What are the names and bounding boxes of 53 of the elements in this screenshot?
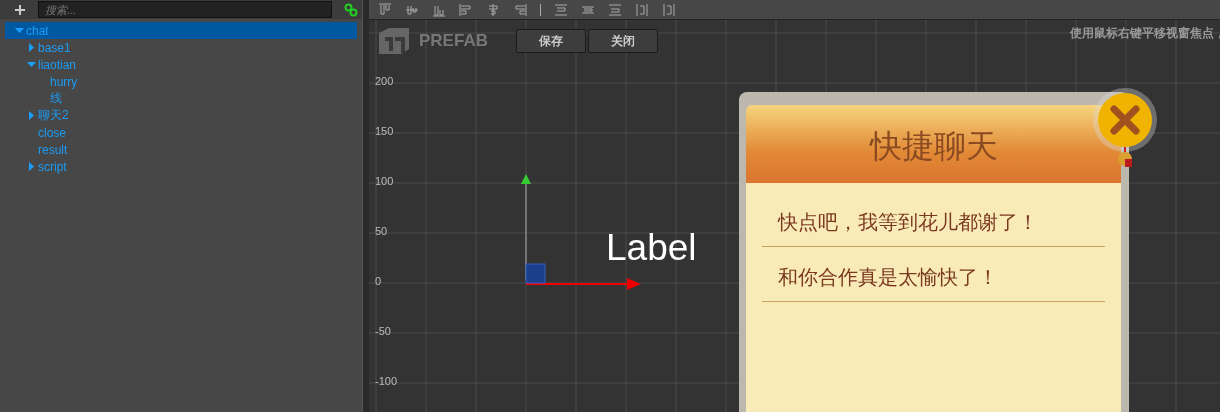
tree-item[interactable]: result xyxy=(5,141,357,158)
tree-item[interactable]: chat xyxy=(5,22,357,39)
tree-label: 线 xyxy=(50,90,62,107)
tree-item[interactable]: liaotian xyxy=(5,56,357,73)
tree-label: 聊天2 xyxy=(38,107,69,124)
align-icon[interactable] xyxy=(635,2,649,17)
tree-item[interactable]: close xyxy=(5,124,357,141)
align-icon[interactable] xyxy=(662,2,676,17)
align-icon[interactable] xyxy=(608,2,622,17)
axis-label: 200 xyxy=(375,75,394,87)
axis-label: 100 xyxy=(375,175,394,187)
canvas-label[interactable]: Label xyxy=(606,227,697,269)
link-icon[interactable] xyxy=(344,2,358,17)
tree-item[interactable]: 聊天2 xyxy=(5,107,357,124)
collapsed-arrow-icon[interactable] xyxy=(27,162,36,171)
prefab-button[interactable]: 关闭 xyxy=(587,29,658,53)
align-icon[interactable] xyxy=(459,2,473,17)
dialog-title: 快捷聊天 xyxy=(869,126,998,167)
tree-item[interactable]: script xyxy=(5,158,357,175)
quick-message[interactable]: 和你合作真是太愉快了！ xyxy=(762,252,1105,302)
expanded-arrow-icon[interactable] xyxy=(15,26,24,35)
tree-label: result xyxy=(38,142,68,157)
expanded-arrow-icon[interactable] xyxy=(27,60,36,69)
x-axis-arrow[interactable] xyxy=(525,278,641,290)
tree-label: chat xyxy=(26,23,49,38)
axis-label: 0 xyxy=(375,275,382,287)
axis-label: 150 xyxy=(375,125,394,137)
tree-item[interactable]: hurry xyxy=(5,73,357,90)
align-icon[interactable] xyxy=(554,2,568,17)
tree-label: close xyxy=(38,125,66,140)
chat-dialog[interactable]: 快捷聊天 快点吧，我等到花儿都谢了！ 和你合作真是太愉快了！ xyxy=(739,92,1129,412)
logo-icon xyxy=(377,27,411,55)
tree-label: hurry xyxy=(50,74,78,89)
search-field[interactable]: 搜索... xyxy=(38,1,332,18)
collapsed-arrow-icon[interactable] xyxy=(27,43,36,52)
align-icon[interactable] xyxy=(378,2,392,17)
quick-message[interactable]: 快点吧，我等到花儿都谢了！ xyxy=(762,197,1105,247)
axis-label: 50 xyxy=(375,225,388,237)
add-icon[interactable] xyxy=(14,3,26,16)
tree-label: base1 xyxy=(38,40,71,55)
axis-label: -50 xyxy=(375,325,391,337)
prefab-title: PREFAB xyxy=(419,31,488,51)
collapsed-arrow-icon[interactable] xyxy=(27,111,36,120)
align-icon[interactable] xyxy=(486,2,500,17)
tree-label: liaotian xyxy=(38,57,77,72)
prefab-button[interactable]: 保存 xyxy=(515,29,586,53)
tree-item[interactable]: 线 xyxy=(5,90,357,107)
close-icon[interactable] xyxy=(1090,87,1160,167)
axis-label: -100 xyxy=(375,375,398,387)
tree-item[interactable]: base1 xyxy=(5,39,357,56)
anchor-handle[interactable] xyxy=(525,263,546,284)
tree-label: script xyxy=(38,159,67,174)
align-icon[interactable] xyxy=(513,2,527,17)
